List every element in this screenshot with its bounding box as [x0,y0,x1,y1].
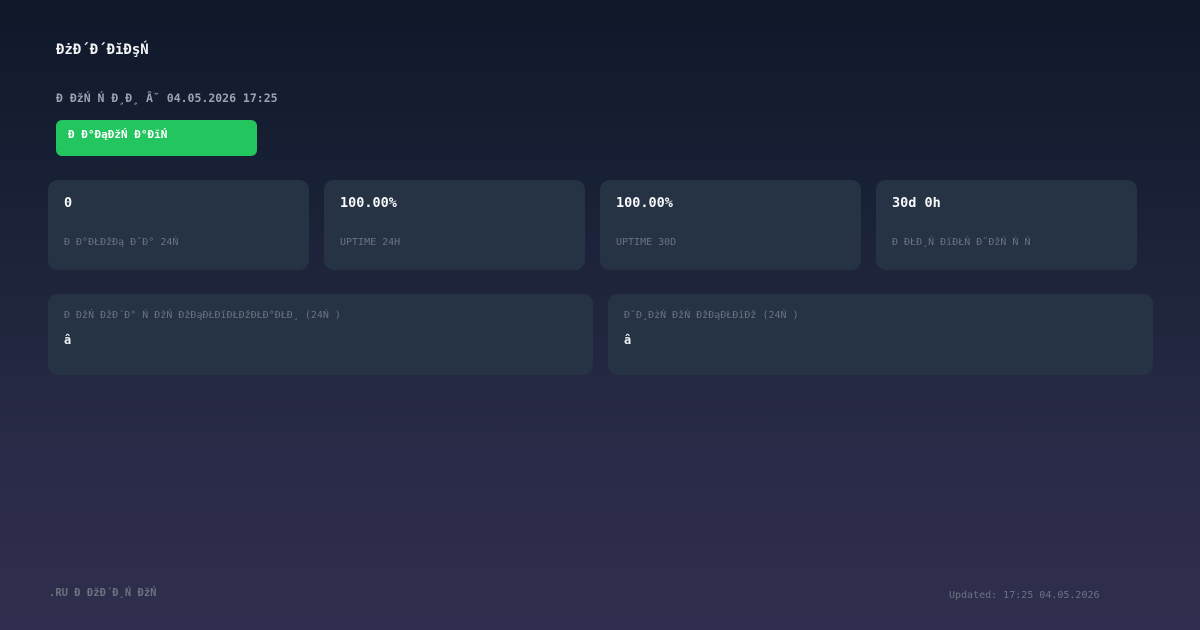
page-title: ĐżĐ´Đ´ĐĭĐşŃ [56,42,149,58]
metric-label: Đ Đ°ĐŁĐžĐą Đ˘Đ° 24Ń [64,237,179,248]
page-subtitle: Đ ĐžŃ Ń Đ¸Đ¸ Â˘ 04.05.2026 17:25 [56,91,278,105]
metric-label: Đ ĐŁĐ¸Ń ĐĭĐŁŃ Đ˘ĐžŃ Ń Ń [892,237,1031,248]
metric-label: UPTIME 30D [616,237,677,248]
status-badge: Đ Đ°ĐąĐžŃ Đ°ĐĭŃ [56,120,257,156]
metric-value: 100.00% [340,195,397,211]
metric-card-incidents: 0 Đ Đ°ĐŁĐžĐą Đ˘Đ° 24Ń [48,180,309,270]
metric-value: 30d 0h [892,195,941,211]
panel-label: Đ˘Đ¸ĐżŃ ĐžŃ ĐžĐąĐŁĐĭĐž (24Ń ) [624,310,799,321]
panel-value: â [64,333,72,347]
metric-card-duration: 30d 0h Đ ĐŁĐ¸Ń ĐĭĐŁŃ Đ˘ĐžŃ Ń Ń [876,180,1137,270]
metric-card-uptime-30d: 100.00% UPTIME 30D [600,180,861,270]
error-type-panel: Đ˘Đ¸ĐżŃ ĐžŃ ĐžĐąĐŁĐĭĐž (24Ń ) â [608,294,1153,375]
footer-brand: .RU Đ ĐžĐ´Đ¸Ń ĐžŃ [49,587,157,599]
footer-updated: Updated: 17:25 04.05.2026 [949,590,1100,601]
panel-label: Đ ĐžŃ ĐžĐ´Đ° Ń ĐžŃ ĐžĐąĐŁĐĭĐŁĐžĐŁĐ°ĐŁĐ¸ … [64,310,341,321]
metric-value: 100.00% [616,195,673,211]
response-time-panel: Đ ĐžŃ ĐžĐ´Đ° Ń ĐžŃ ĐžĐąĐŁĐĭĐŁĐžĐŁĐ°ĐŁĐ¸ … [48,294,593,375]
panel-value: â [624,333,632,347]
metric-label: UPTIME 24H [340,237,401,248]
metric-value: 0 [64,195,73,211]
metric-card-uptime-24h: 100.00% UPTIME 24H [324,180,585,270]
